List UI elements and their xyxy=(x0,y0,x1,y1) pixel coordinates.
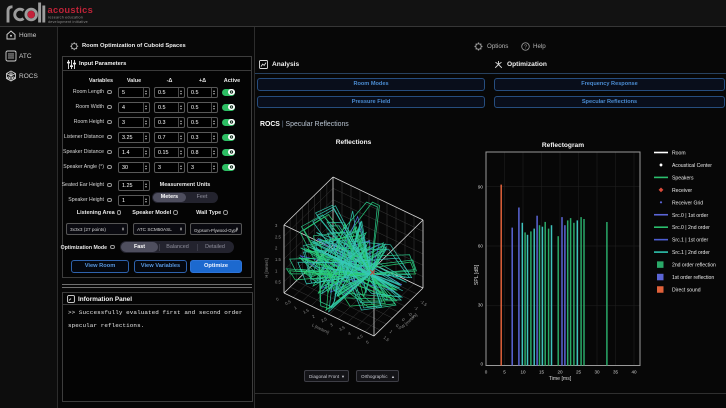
svg-text:30: 30 xyxy=(594,370,600,375)
svg-text:Src.0 | 1st order: Src.0 | 1st order xyxy=(672,213,708,219)
svg-text:Time [ms]: Time [ms] xyxy=(549,376,572,382)
svg-text:90: 90 xyxy=(478,184,484,189)
svg-text:25: 25 xyxy=(576,370,582,375)
svg-text:35: 35 xyxy=(613,370,619,375)
svg-text:15: 15 xyxy=(539,370,545,375)
svg-text:Receiver: Receiver xyxy=(672,188,692,194)
svg-text:40: 40 xyxy=(631,370,637,375)
svg-text:20: 20 xyxy=(557,370,563,375)
svg-text:Src.1 | 2nd order: Src.1 | 2nd order xyxy=(672,250,710,256)
svg-text:Direct sound: Direct sound xyxy=(672,287,701,293)
svg-text:60: 60 xyxy=(478,243,484,248)
svg-text:Receiver Grid: Receiver Grid xyxy=(672,200,703,206)
svg-text:0: 0 xyxy=(480,362,483,367)
svg-text:Src.0 | 2nd order: Src.0 | 2nd order xyxy=(672,225,710,231)
svg-text:Reflectogram: Reflectogram xyxy=(542,142,584,149)
svg-text:30: 30 xyxy=(478,302,484,307)
svg-text:Src.1 | 1st order: Src.1 | 1st order xyxy=(672,238,708,244)
svg-text:5: 5 xyxy=(503,370,506,375)
svg-text:1st order reflection: 1st order reflection xyxy=(672,275,714,281)
svg-text:Acoustical Center: Acoustical Center xyxy=(672,163,712,169)
svg-text:10: 10 xyxy=(520,370,526,375)
svg-text:2nd order reflection: 2nd order reflection xyxy=(672,263,716,269)
svg-text:SPL [dB]: SPL [dB] xyxy=(474,264,480,285)
svg-text:Room: Room xyxy=(672,151,686,157)
svg-text:Speakers: Speakers xyxy=(672,175,694,181)
svg-text:0: 0 xyxy=(485,370,488,375)
